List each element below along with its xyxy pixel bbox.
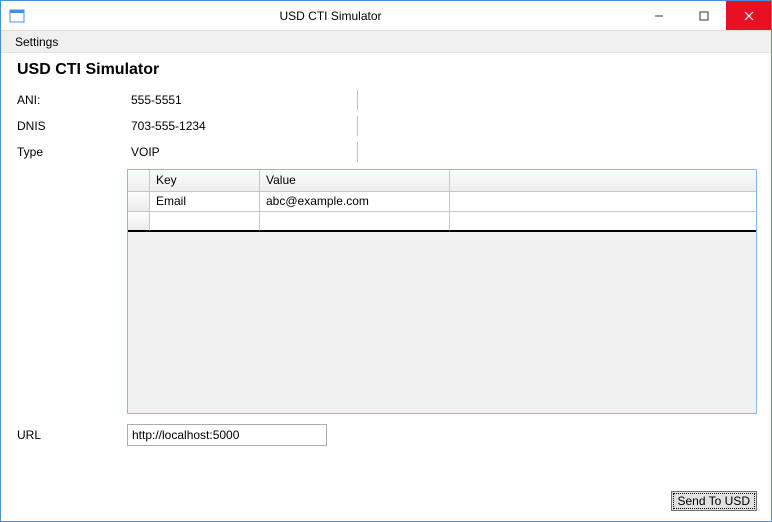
- close-button[interactable]: [726, 1, 771, 30]
- grid-header-key[interactable]: Key: [150, 170, 260, 192]
- cell-key[interactable]: [150, 212, 260, 231]
- row-dnis: DNIS: [15, 113, 757, 139]
- titlebar: USD CTI Simulator: [1, 1, 771, 31]
- input-type[interactable]: [127, 141, 357, 163]
- app-icon: [9, 8, 25, 24]
- cell-key[interactable]: Email: [150, 192, 260, 212]
- maximize-button[interactable]: [681, 1, 726, 30]
- menu-settings[interactable]: Settings: [7, 33, 66, 51]
- table-row[interactable]: Email abc@example.com: [128, 192, 756, 212]
- minimize-button[interactable]: [636, 1, 681, 30]
- grid-header-empty: [450, 170, 756, 192]
- window-controls: [636, 1, 771, 30]
- row-ani: ANI:: [15, 87, 757, 113]
- grid-header-row: Key Value: [128, 170, 756, 192]
- menubar: Settings: [1, 31, 771, 53]
- page-title: USD CTI Simulator: [17, 61, 757, 79]
- cell-empty: [450, 192, 756, 212]
- row-header[interactable]: [128, 212, 150, 231]
- divider: [357, 90, 358, 110]
- input-ani[interactable]: [127, 89, 357, 111]
- footer: Send To USD: [1, 487, 771, 521]
- divider: [357, 142, 358, 162]
- cell-value[interactable]: abc@example.com: [260, 192, 450, 212]
- divider: [357, 116, 358, 136]
- table-row-new[interactable]: [128, 212, 756, 232]
- row-type: Type: [15, 139, 757, 165]
- send-to-usd-button[interactable]: Send To USD: [671, 491, 758, 511]
- data-grid[interactable]: Key Value Email abc@example.com: [127, 169, 757, 414]
- label-type: Type: [15, 145, 127, 159]
- window-title: USD CTI Simulator: [25, 9, 636, 23]
- grid-header-value[interactable]: Value: [260, 170, 450, 192]
- row-header[interactable]: [128, 192, 150, 212]
- label-url: URL: [15, 428, 127, 442]
- label-ani: ANI:: [15, 93, 127, 107]
- grid-corner: [128, 170, 150, 192]
- input-url[interactable]: [127, 424, 327, 446]
- input-dnis[interactable]: [127, 115, 357, 137]
- cell-empty: [450, 212, 756, 231]
- label-dnis: DNIS: [15, 119, 127, 133]
- row-url: URL: [15, 424, 757, 446]
- content-area: USD CTI Simulator ANI: DNIS Type Key Val…: [1, 53, 771, 487]
- cell-value[interactable]: [260, 212, 450, 231]
